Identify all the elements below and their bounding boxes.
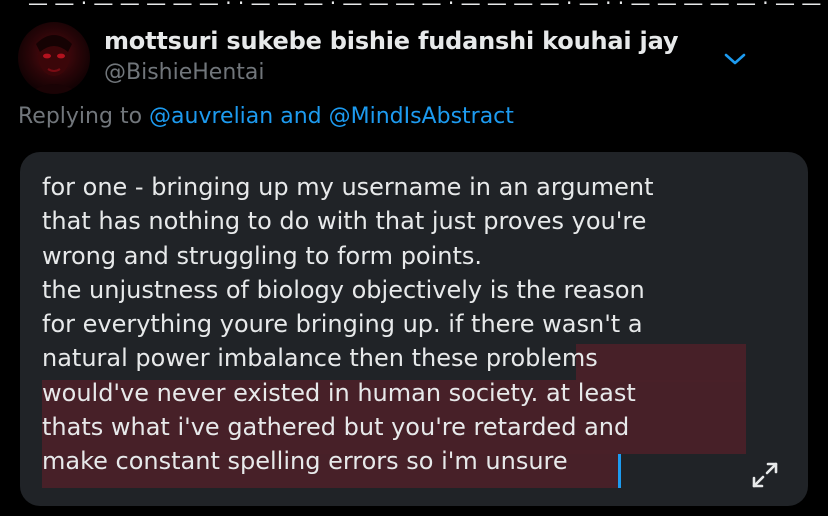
tweet-text-line: make constant spelling errors so i'm uns…: [42, 447, 568, 476]
avatar-image: [18, 22, 90, 94]
tweet-text-line: thats what i've gathered but you're reta…: [42, 413, 630, 442]
replying-to-users-link[interactable]: @auvrelian and @MindIsAbstract: [149, 104, 514, 129]
tweet-text-line: would've never existed in human society.…: [42, 378, 636, 407]
user-handle[interactable]: @BishieHentai: [104, 60, 265, 85]
chevron-down-icon[interactable]: [722, 48, 748, 70]
selection-caret[interactable]: [618, 454, 621, 488]
tweet-text-line: for one - bringing up my username in an …: [42, 173, 654, 201]
tweet-text-line: the unjustness of biology objectively is…: [42, 275, 645, 304]
tweet-text-line: wrong and struggling to form points.: [42, 241, 483, 270]
replying-to-prefix: Replying to: [18, 104, 150, 129]
tweet-text-line: that has nothing to do with that just pr…: [42, 207, 647, 236]
tweet-text: for one - bringing up my username in an …: [42, 170, 782, 479]
tweet-text-line: natural power imbalance then these probl…: [42, 344, 598, 373]
replying-to-line: Replying to @auvrelian and @MindIsAbstra…: [18, 104, 514, 129]
display-name[interactable]: mottsuri sukebe bishie fudanshi kouhai j…: [104, 27, 678, 55]
tweet-text-card[interactable]: for one - bringing up my username in an …: [20, 152, 808, 506]
tweet-text-line: for everything youre bringing up. if the…: [42, 310, 643, 339]
previous-tweet-text-fragment: — — · — — — — — · · — — — · — — — — · — …: [0, 0, 828, 8]
avatar[interactable]: [18, 22, 90, 94]
expand-arrows-icon[interactable]: [748, 458, 782, 492]
